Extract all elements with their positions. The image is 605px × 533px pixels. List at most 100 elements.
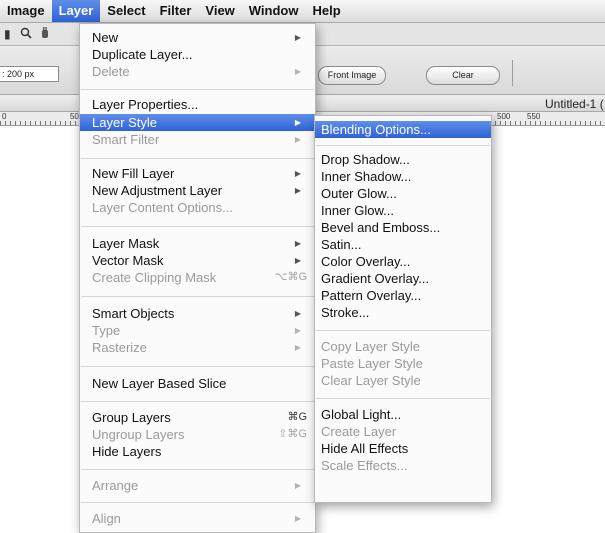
ruler-number: 500 — [497, 112, 511, 121]
submenu-arrow-icon: ▶ — [294, 135, 301, 144]
menu-item-copy-layer-style: Copy Layer Style — [315, 338, 491, 355]
menu-item-label: Hide Layers — [92, 444, 162, 459]
menu-item-align: Align ▶ — [80, 510, 315, 527]
menu-item-label: Duplicate Layer... — [92, 47, 193, 62]
menu-item-new-fill-layer[interactable]: New Fill Layer ▶ — [80, 165, 315, 182]
menu-separator — [316, 398, 490, 399]
menu-item-hide-all-effects[interactable]: Hide All Effects — [315, 440, 491, 457]
menu-separator — [81, 158, 314, 159]
menu-item-drop-shadow[interactable]: Drop Shadow... — [315, 151, 491, 168]
menu-item-label: New Layer Based Slice — [92, 376, 227, 391]
layer-style-submenu: Blending Options... Drop Shadow... Inner… — [314, 115, 492, 503]
size-field[interactable]: : 200 px — [0, 66, 59, 82]
menu-item-global-light[interactable]: Global Light... — [315, 406, 491, 423]
menu-item-new[interactable]: New ▶ — [80, 29, 315, 46]
menu-separator — [81, 502, 314, 503]
menu-item-outer-glow[interactable]: Outer Glow... — [315, 185, 491, 202]
menu-item-gradient-overlay[interactable]: Gradient Overlay... — [315, 270, 491, 287]
menu-item-label: Pattern Overlay... — [321, 288, 422, 303]
ruler-number: 50 — [70, 112, 79, 121]
menu-item-new-layer-based-slice[interactable]: New Layer Based Slice — [80, 375, 315, 392]
menu-item-vector-mask[interactable]: Vector Mask ▶ — [80, 252, 315, 269]
ruler-number: 550 — [527, 112, 541, 121]
menu-item-label: Create Clipping Mask — [92, 270, 217, 285]
menu-layer[interactable]: Layer — [51, 0, 101, 22]
menu-item-scale-effects: Scale Effects... — [315, 457, 491, 474]
menu-select[interactable]: Select — [100, 0, 152, 22]
menu-bar: Image Layer Select Filter View Window He… — [0, 0, 605, 23]
menu-item-label: Paste Layer Style — [321, 356, 423, 371]
menu-item-smart-filter: Smart Filter ▶ — [80, 131, 315, 148]
menu-item-layer-style[interactable]: Layer Style ▶ — [80, 114, 315, 131]
menu-item-satin[interactable]: Satin... — [315, 236, 491, 253]
menu-item-clear-layer-style: Clear Layer Style — [315, 372, 491, 389]
menu-item-hide-layers[interactable]: Hide Layers — [80, 443, 315, 460]
menu-item-inner-shadow[interactable]: Inner Shadow... — [315, 168, 491, 185]
menu-item-label: Clear Layer Style — [321, 373, 421, 388]
menu-item-label: Smart Objects — [92, 306, 175, 321]
submenu-arrow-icon: ▶ — [294, 514, 301, 523]
menu-item-layer-mask[interactable]: Layer Mask ▶ — [80, 235, 315, 252]
menu-item-label: Blending Options... — [321, 122, 431, 137]
menu-item-paste-layer-style: Paste Layer Style — [315, 355, 491, 372]
menu-view[interactable]: View — [198, 0, 241, 22]
menu-item-layer-content-options: Layer Content Options... — [80, 199, 315, 216]
menu-separator — [81, 366, 314, 367]
menu-window[interactable]: Window — [242, 0, 306, 22]
menu-item-label: Create Layer — [321, 424, 397, 439]
menu-item-group-layers[interactable]: Group Layers ⌘G — [80, 409, 315, 426]
menu-item-pattern-overlay[interactable]: Pattern Overlay... — [315, 287, 491, 304]
menu-item-layer-properties[interactable]: Layer Properties... — [80, 96, 315, 113]
hand-icon[interactable] — [40, 27, 50, 42]
menu-filter[interactable]: Filter — [153, 0, 199, 22]
menu-separator — [81, 89, 314, 90]
menu-item-label: Layer Content Options... — [92, 200, 233, 215]
submenu-arrow-icon: ▶ — [294, 326, 301, 335]
clear-button[interactable]: Clear — [426, 66, 500, 85]
menu-item-label: Type — [92, 323, 121, 338]
magnifier-icon[interactable] — [20, 27, 32, 42]
menu-item-label: Hide All Effects — [321, 441, 409, 456]
menu-item-new-adjustment-layer[interactable]: New Adjustment Layer ▶ — [80, 182, 315, 199]
menu-item-label: Scale Effects... — [321, 458, 408, 473]
menu-item-label: Layer Style — [92, 115, 158, 130]
menu-item-label: Rasterize — [92, 340, 147, 355]
menu-item-label: Layer Mask — [92, 236, 160, 251]
menu-item-label: Layer Properties... — [92, 97, 199, 112]
menu-help[interactable]: Help — [305, 0, 347, 22]
menu-separator — [316, 145, 490, 146]
menu-image[interactable]: Image — [0, 0, 52, 22]
menu-item-color-overlay[interactable]: Color Overlay... — [315, 253, 491, 270]
menu-item-label: Color Overlay... — [321, 254, 411, 269]
submenu-arrow-icon: ▶ — [294, 343, 301, 352]
menu-item-label: Ungroup Layers — [92, 427, 185, 442]
menu-item-label: Bevel and Emboss... — [321, 220, 441, 235]
submenu-arrow-icon: ▶ — [294, 481, 301, 490]
submenu-arrow-icon: ▶ — [294, 33, 301, 42]
menu-item-inner-glow[interactable]: Inner Glow... — [315, 202, 491, 219]
menu-item-label: Align — [92, 511, 121, 526]
menu-item-smart-objects[interactable]: Smart Objects ▶ — [80, 305, 315, 322]
submenu-arrow-icon: ▶ — [294, 67, 301, 76]
submenu-arrow-icon: ▶ — [294, 169, 301, 178]
menu-item-duplicate-layer[interactable]: Duplicate Layer... — [80, 46, 315, 63]
menu-item-label: Drop Shadow... — [321, 152, 410, 167]
menu-item-blending-options[interactable]: Blending Options... — [315, 121, 491, 138]
menu-item-label: Stroke... — [321, 305, 370, 320]
shortcut-label: ⌥⌘G — [274, 271, 307, 283]
shortcut-label: ⌘G — [287, 411, 307, 423]
menu-item-label: Group Layers — [92, 410, 171, 425]
menu-item-label: New Fill Layer — [92, 166, 175, 181]
menu-item-rasterize: Rasterize ▶ — [80, 339, 315, 356]
front-image-button[interactable]: Front Image — [318, 66, 386, 85]
menu-item-bevel-and-emboss[interactable]: Bevel and Emboss... — [315, 219, 491, 236]
menu-item-label: Delete — [92, 64, 130, 79]
submenu-arrow-icon: ▶ — [294, 118, 301, 127]
submenu-arrow-icon: ▶ — [294, 239, 301, 248]
menu-separator — [81, 469, 314, 470]
tool-marker-icon[interactable]: ▮ — [4, 27, 11, 41]
menu-item-stroke[interactable]: Stroke... — [315, 304, 491, 321]
menu-item-label: Global Light... — [321, 407, 402, 422]
shortcut-label: ⇧⌘G — [278, 428, 307, 440]
menu-item-create-clipping-mask: Create Clipping Mask ⌥⌘G — [80, 269, 315, 286]
